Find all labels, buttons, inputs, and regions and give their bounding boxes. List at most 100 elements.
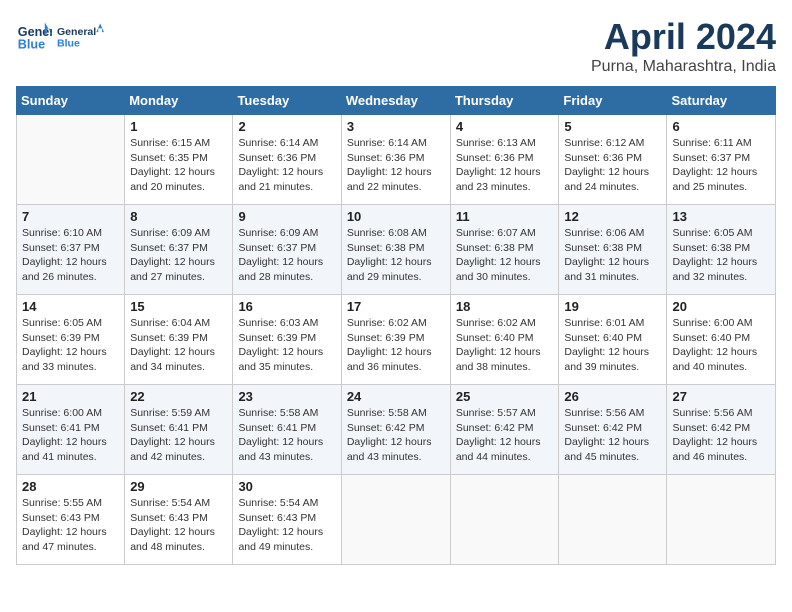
calendar-cell: 14 Sunrise: 6:05 AM Sunset: 6:39 PM Dayli… [17,295,125,385]
calendar-week-3: 14 Sunrise: 6:05 AM Sunset: 6:39 PM Dayli… [17,295,776,385]
day-number: 14 [22,299,119,314]
day-number: 4 [456,119,554,134]
day-number: 28 [22,479,119,494]
calendar-cell: 28 Sunrise: 5:55 AM Sunset: 6:43 PM Dayli… [17,475,125,565]
month-title: April 2024 [591,16,776,58]
day-number: 26 [564,389,661,404]
calendar-cell [559,475,667,565]
day-info: Sunrise: 6:02 AM Sunset: 6:39 PM Dayligh… [347,316,445,375]
header-day-friday: Friday [559,87,667,115]
day-info: Sunrise: 5:55 AM Sunset: 6:43 PM Dayligh… [22,496,119,555]
day-info: Sunrise: 6:15 AM Sunset: 6:35 PM Dayligh… [130,136,227,195]
day-info: Sunrise: 6:14 AM Sunset: 6:36 PM Dayligh… [347,136,445,195]
calendar-cell: 18 Sunrise: 6:02 AM Sunset: 6:40 PM Dayli… [450,295,559,385]
calendar-cell: 3 Sunrise: 6:14 AM Sunset: 6:36 PM Daylig… [341,115,450,205]
calendar-cell: 22 Sunrise: 5:59 AM Sunset: 6:41 PM Dayli… [125,385,233,475]
calendar-cell: 12Sunrise: 6:06 AM Sunset: 6:38 PM Dayli… [559,205,667,295]
header-day-sunday: Sunday [17,87,125,115]
day-info: Sunrise: 5:54 AM Sunset: 6:43 PM Dayligh… [130,496,227,555]
calendar-body: 1 Sunrise: 6:15 AM Sunset: 6:35 PM Daylig… [17,115,776,565]
calendar-table: SundayMondayTuesdayWednesdayThursdayFrid… [16,86,776,565]
day-info: Sunrise: 5:54 AM Sunset: 6:43 PM Dayligh… [238,496,335,555]
day-number: 5 [564,119,661,134]
calendar-cell: 19Sunrise: 6:01 AM Sunset: 6:40 PM Dayli… [559,295,667,385]
svg-text:Blue: Blue [57,38,80,50]
calendar-cell: 5 Sunrise: 6:12 AM Sunset: 6:36 PM Daylig… [559,115,667,205]
header-day-saturday: Saturday [667,87,776,115]
calendar-cell: 16 Sunrise: 6:03 AM Sunset: 6:39 PM Dayli… [233,295,341,385]
day-number: 16 [238,299,335,314]
day-number: 27 [672,389,770,404]
calendar-cell: 21Sunrise: 6:00 AM Sunset: 6:41 PM Dayli… [17,385,125,475]
calendar-cell: 25Sunrise: 5:57 AM Sunset: 6:42 PM Dayli… [450,385,559,475]
svg-text:General: General [57,26,96,38]
calendar-cell: 7 Sunrise: 6:10 AM Sunset: 6:37 PM Daylig… [17,205,125,295]
day-info: Sunrise: 6:11 AM Sunset: 6:37 PM Dayligh… [672,136,770,195]
day-number: 17 [347,299,445,314]
day-number: 15 [130,299,227,314]
header-day-tuesday: Tuesday [233,87,341,115]
header-day-thursday: Thursday [450,87,559,115]
day-number: 23 [238,389,335,404]
day-info: Sunrise: 6:03 AM Sunset: 6:39 PM Dayligh… [238,316,335,375]
day-number: 22 [130,389,227,404]
header-day-monday: Monday [125,87,233,115]
calendar-cell: 30 Sunrise: 5:54 AM Sunset: 6:43 PM Dayli… [233,475,341,565]
calendar-cell [450,475,559,565]
day-number: 18 [456,299,554,314]
calendar-cell: 9 Sunrise: 6:09 AM Sunset: 6:37 PM Daylig… [233,205,341,295]
generalblue-logo-svg: General Blue [56,16,104,56]
day-info: Sunrise: 6:09 AM Sunset: 6:37 PM Dayligh… [238,226,335,285]
location: Purna, Maharashtra, India [591,58,776,76]
day-number: 3 [347,119,445,134]
day-info: Sunrise: 6:12 AM Sunset: 6:36 PM Dayligh… [564,136,661,195]
day-number: 1 [130,119,227,134]
calendar-cell: 15 Sunrise: 6:04 AM Sunset: 6:39 PM Dayli… [125,295,233,385]
day-info: Sunrise: 6:13 AM Sunset: 6:36 PM Dayligh… [456,136,554,195]
day-number: 2 [238,119,335,134]
day-info: Sunrise: 5:58 AM Sunset: 6:42 PM Dayligh… [347,406,445,465]
day-number: 25 [456,389,554,404]
day-number: 7 [22,209,119,224]
calendar-cell: 11Sunrise: 6:07 AM Sunset: 6:38 PM Dayli… [450,205,559,295]
calendar-cell: 10Sunrise: 6:08 AM Sunset: 6:38 PM Dayli… [341,205,450,295]
calendar-cell: 17 Sunrise: 6:02 AM Sunset: 6:39 PM Dayli… [341,295,450,385]
calendar-cell: 2 Sunrise: 6:14 AM Sunset: 6:36 PM Daylig… [233,115,341,205]
svg-text:Blue: Blue [18,38,45,52]
day-number: 9 [238,209,335,224]
day-number: 6 [672,119,770,134]
day-info: Sunrise: 5:59 AM Sunset: 6:41 PM Dayligh… [130,406,227,465]
day-info: Sunrise: 5:56 AM Sunset: 6:42 PM Dayligh… [564,406,661,465]
day-info: Sunrise: 6:00 AM Sunset: 6:41 PM Dayligh… [22,406,119,465]
day-info: Sunrise: 5:56 AM Sunset: 6:42 PM Dayligh… [672,406,770,465]
day-info: Sunrise: 6:05 AM Sunset: 6:38 PM Dayligh… [672,226,770,285]
calendar-cell: 13 Sunrise: 6:05 AM Sunset: 6:38 PM Dayli… [667,205,776,295]
day-info: Sunrise: 6:04 AM Sunset: 6:39 PM Dayligh… [130,316,227,375]
day-info: Sunrise: 6:09 AM Sunset: 6:37 PM Dayligh… [130,226,227,285]
day-number: 30 [238,479,335,494]
calendar-cell: 6 Sunrise: 6:11 AM Sunset: 6:37 PM Daylig… [667,115,776,205]
calendar-week-2: 7 Sunrise: 6:10 AM Sunset: 6:37 PM Daylig… [17,205,776,295]
calendar-header-row: SundayMondayTuesdayWednesdayThursdayFrid… [17,87,776,115]
logo: General Blue General Blue [16,16,104,56]
day-info: Sunrise: 5:58 AM Sunset: 6:41 PM Dayligh… [238,406,335,465]
calendar-cell: 4 Sunrise: 6:13 AM Sunset: 6:36 PM Daylig… [450,115,559,205]
logo-icon: General Blue [16,18,52,54]
calendar-cell: 20Sunrise: 6:00 AM Sunset: 6:40 PM Dayli… [667,295,776,385]
calendar-week-4: 21Sunrise: 6:00 AM Sunset: 6:41 PM Dayli… [17,385,776,475]
day-info: Sunrise: 6:05 AM Sunset: 6:39 PM Dayligh… [22,316,119,375]
day-info: Sunrise: 6:14 AM Sunset: 6:36 PM Dayligh… [238,136,335,195]
calendar-cell: 8Sunrise: 6:09 AM Sunset: 6:37 PM Daylig… [125,205,233,295]
day-number: 10 [347,209,445,224]
day-info: Sunrise: 6:07 AM Sunset: 6:38 PM Dayligh… [456,226,554,285]
calendar-cell [667,475,776,565]
day-number: 13 [672,209,770,224]
calendar-week-5: 28 Sunrise: 5:55 AM Sunset: 6:43 PM Dayli… [17,475,776,565]
day-info: Sunrise: 6:10 AM Sunset: 6:37 PM Dayligh… [22,226,119,285]
day-number: 12 [564,209,661,224]
calendar-cell [341,475,450,565]
day-info: Sunrise: 6:02 AM Sunset: 6:40 PM Dayligh… [456,316,554,375]
calendar-week-1: 1 Sunrise: 6:15 AM Sunset: 6:35 PM Daylig… [17,115,776,205]
day-number: 29 [130,479,227,494]
title-block: April 2024 Purna, Maharashtra, India [591,16,776,76]
